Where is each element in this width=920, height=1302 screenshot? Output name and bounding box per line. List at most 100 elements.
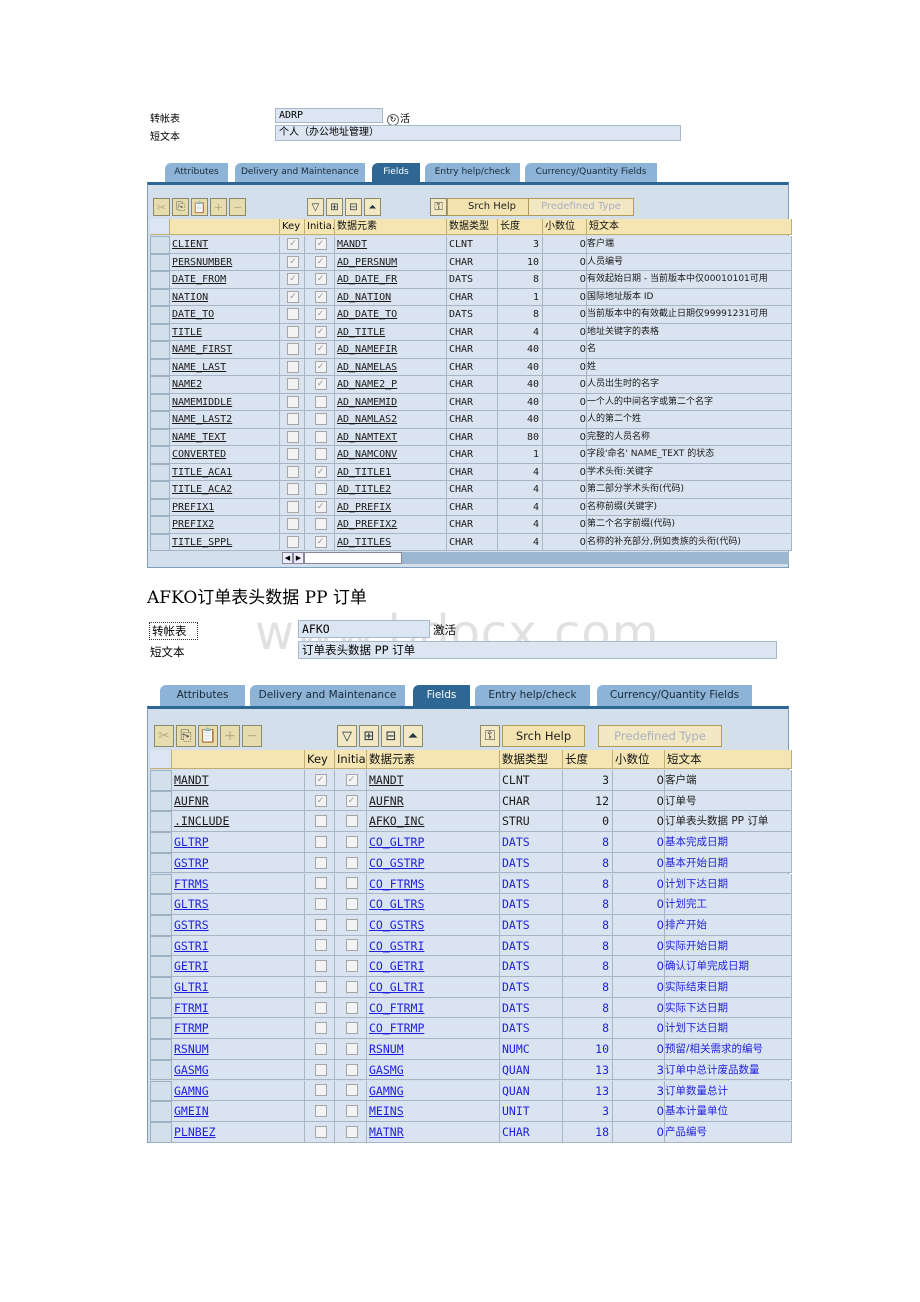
row-selector[interactable] (150, 811, 172, 833)
key-checkbox[interactable] (314, 1084, 327, 1097)
row-selector[interactable] (150, 358, 170, 376)
initial-checkbox[interactable]: ✓ (314, 325, 327, 338)
key-checkbox[interactable] (314, 1063, 327, 1076)
data-element-link[interactable]: GASMG (367, 1059, 500, 1081)
initial-checkbox[interactable]: ✓ (314, 255, 327, 268)
key-checkbox[interactable] (287, 360, 299, 373)
scroll-right-button[interactable]: ▶ (293, 552, 304, 564)
key-checkbox[interactable] (314, 856, 327, 869)
data-element-link[interactable]: MEINS (367, 1101, 500, 1122)
row-selector[interactable] (150, 271, 170, 289)
initial-checkbox[interactable]: ✓ (314, 273, 327, 286)
initial-checkbox[interactable] (314, 483, 327, 496)
row-selector[interactable] (150, 914, 172, 936)
data-element-link[interactable]: AD_PERSNUM (335, 253, 447, 271)
expand-icon[interactable]: ⊞ (326, 198, 343, 216)
search-help-key-icon[interactable]: ⚿ (430, 198, 447, 216)
initial-checkbox[interactable]: ✓ (314, 378, 327, 391)
row-selector[interactable] (150, 997, 172, 1019)
tab-fields[interactable]: Fields (372, 163, 420, 182)
key-checkbox[interactable] (314, 1105, 327, 1118)
row-selector[interactable] (150, 393, 170, 411)
row-selector[interactable] (150, 288, 170, 306)
row-selector[interactable] (150, 481, 170, 499)
field-name-link[interactable]: GSTRI (172, 935, 305, 957)
field-name-link[interactable]: TITLE_ACA2 (170, 481, 280, 499)
data-element-link[interactable]: CO_FTRMP (367, 1018, 500, 1040)
data-element-link[interactable]: AD_NAMEFIR (335, 341, 447, 359)
column-header-initial-values[interactable]: Initia... (305, 219, 335, 235)
column-header-decimals[interactable]: 小数位 (613, 750, 665, 769)
field-name-link[interactable]: NATION (170, 288, 280, 306)
data-element-link[interactable]: GAMNG (367, 1080, 500, 1102)
field-name-link[interactable]: PREFIX2 (170, 516, 280, 534)
data-element-link[interactable]: AD_NAME2_P (335, 376, 447, 394)
field-name-link[interactable]: TITLE (170, 323, 280, 341)
initial-checkbox[interactable]: ✓ (345, 773, 358, 786)
search-help-button[interactable]: Srch Help (502, 725, 585, 747)
column-header-data-element[interactable]: 数据元素 (367, 750, 500, 769)
row-selector[interactable] (150, 323, 170, 341)
key-checkbox[interactable] (314, 898, 327, 911)
key-checkbox[interactable] (287, 343, 299, 356)
initial-checkbox[interactable]: ✓ (314, 343, 327, 356)
up-icon[interactable]: ⏶ (403, 725, 423, 747)
row-selector[interactable] (150, 1039, 172, 1060)
initial-checkbox[interactable] (345, 960, 358, 973)
search-help-key-icon[interactable]: ⚿ (480, 725, 500, 747)
column-header-short-text[interactable]: 短文本 (587, 219, 792, 235)
data-element-link[interactable]: CO_GSTRS (367, 914, 500, 936)
initial-checkbox[interactable] (314, 395, 327, 408)
key-checkbox[interactable] (287, 448, 299, 461)
field-name-link[interactable]: TITLE_ACA1 (170, 463, 280, 481)
short-text-field[interactable]: 订单表头数据 PP 订单 (298, 641, 777, 659)
tab-fields[interactable]: Fields (413, 685, 470, 706)
data-element-link[interactable]: AD_NAMLAS2 (335, 411, 447, 429)
data-element-link[interactable]: AD_TITLE (335, 323, 447, 341)
scroll-thumb[interactable] (304, 552, 402, 564)
data-element-link[interactable]: AD_TITLES (335, 533, 447, 551)
data-element-link[interactable]: AD_PREFIX (335, 498, 447, 516)
data-element-link[interactable]: AD_NATION (335, 288, 447, 306)
collapse-icon[interactable]: ⊟ (381, 725, 401, 747)
field-name-link[interactable]: GMEIN (172, 1101, 305, 1122)
key-checkbox[interactable] (287, 518, 299, 531)
key-checkbox[interactable]: ✓ (314, 794, 327, 807)
key-checkbox[interactable] (314, 939, 327, 952)
short-text-field[interactable]: 个人（办公地址管理） (275, 125, 681, 141)
initial-checkbox[interactable] (345, 1022, 358, 1035)
data-element-link[interactable]: AUFNR (367, 790, 500, 812)
tab-delivery-and-maintenance[interactable]: Delivery and Maintenance (235, 163, 365, 182)
field-name-link[interactable]: GLTRP (172, 832, 305, 853)
field-name-link[interactable]: DATE_FROM (170, 271, 280, 289)
field-name-link[interactable]: PREFIX1 (170, 498, 280, 516)
tab-entry-help-check[interactable]: Entry help/check (475, 685, 590, 706)
key-checkbox[interactable] (287, 430, 299, 443)
field-name-link[interactable]: NAME2 (170, 376, 280, 394)
row-selector[interactable] (150, 306, 170, 324)
field-name-link[interactable]: DATE_TO (170, 306, 280, 324)
column-header-key[interactable]: Key (280, 219, 305, 235)
row-selector[interactable] (150, 770, 172, 791)
field-name-link[interactable]: GLTRI (172, 977, 305, 998)
initial-checkbox[interactable]: ✓ (314, 465, 327, 478)
row-selector[interactable] (150, 1059, 172, 1081)
row-selector[interactable] (150, 1018, 172, 1040)
data-element-link[interactable]: CO_FTRMS (367, 873, 500, 895)
initial-checkbox[interactable] (345, 1105, 358, 1118)
field-name-link[interactable]: NAME_LAST2 (170, 411, 280, 429)
initial-checkbox[interactable] (345, 980, 358, 993)
column-header-data-type[interactable]: 数据类型 (500, 750, 563, 769)
column-header-length[interactable]: 长度 (563, 750, 613, 769)
initial-checkbox[interactable] (314, 413, 327, 426)
initial-checkbox[interactable] (345, 898, 358, 911)
column-header-length[interactable]: 长度 (498, 219, 543, 235)
header-select-all[interactable] (150, 219, 170, 235)
initial-checkbox[interactable] (314, 448, 327, 461)
data-element-link[interactable]: MANDT (335, 236, 447, 254)
scroll-left-button[interactable]: ◀ (282, 552, 293, 564)
horizontal-scrollbar[interactable]: ◀ ▶ (282, 552, 789, 564)
row-selector[interactable] (150, 832, 172, 853)
row-selector[interactable] (150, 790, 172, 812)
collapse-icon[interactable]: ⊟ (345, 198, 362, 216)
